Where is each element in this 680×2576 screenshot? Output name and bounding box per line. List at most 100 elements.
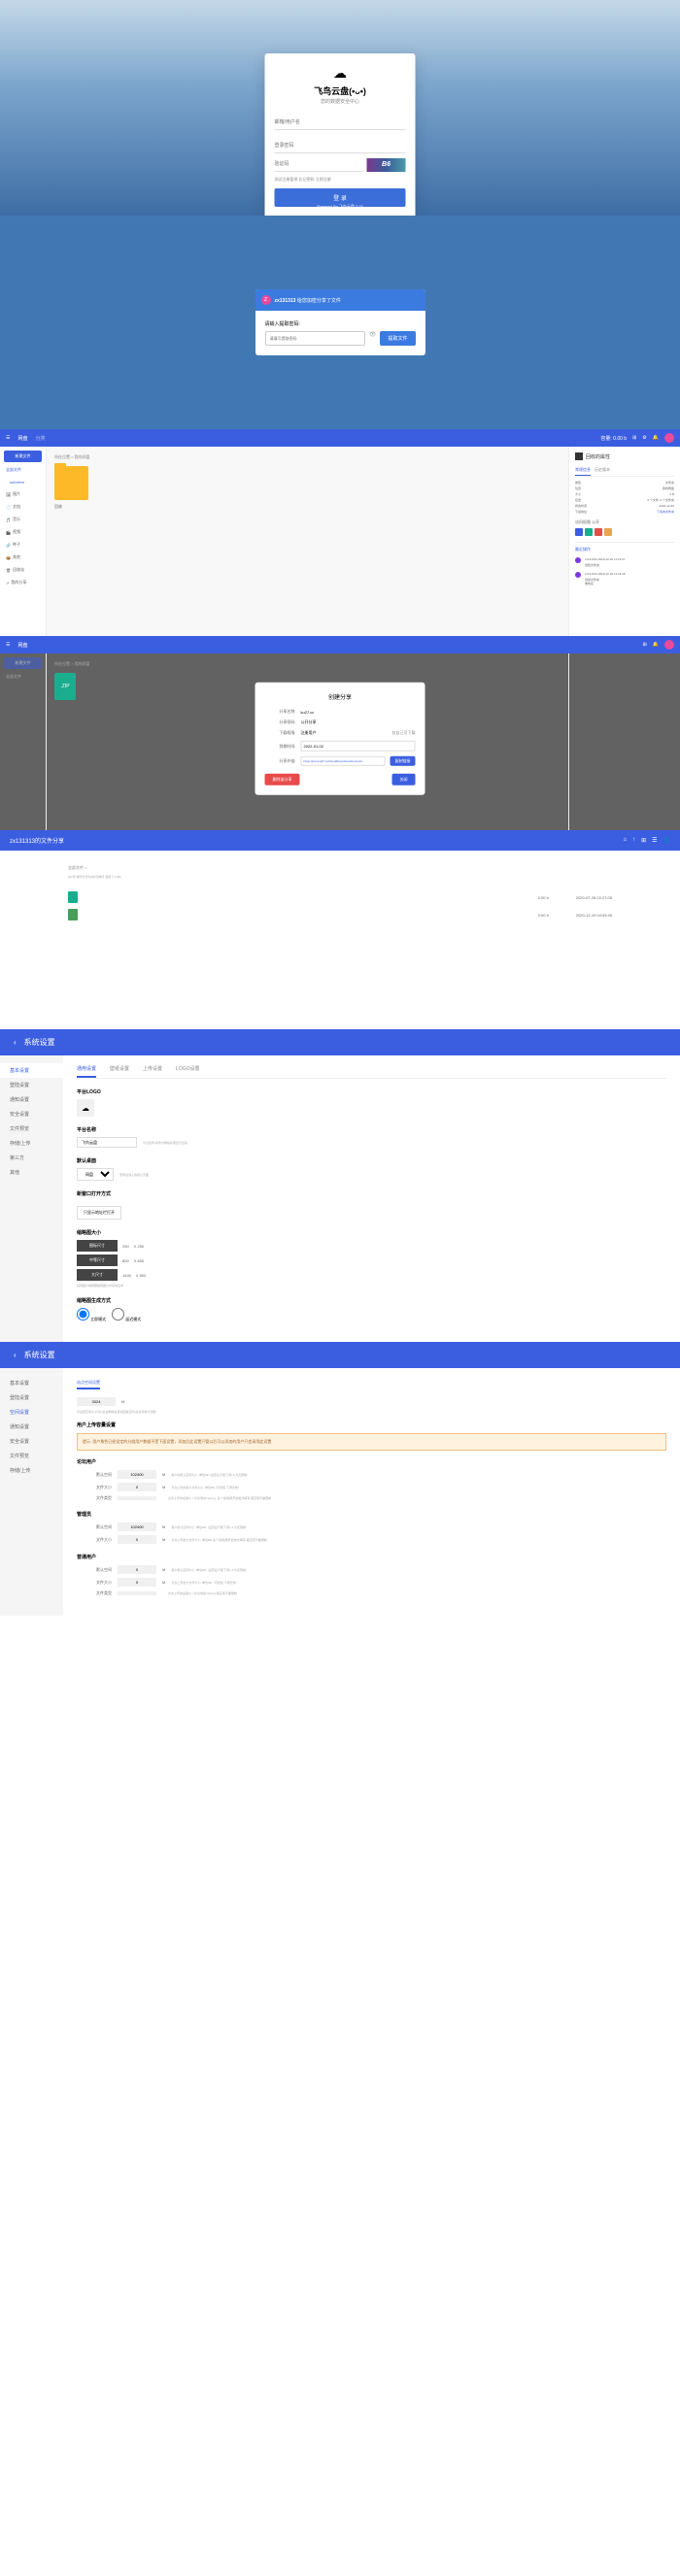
register-links[interactable]: 测试注册暂停 忘记密码 立即注册: [275, 177, 406, 183]
platform-name-input[interactable]: [77, 1137, 137, 1148]
sidebar-item-images[interactable]: 🖼 图片: [4, 489, 42, 499]
gen-mode-lazy[interactable]: 延迟模式: [112, 1308, 141, 1322]
sidebar-item[interactable]: 基本设置: [0, 1376, 63, 1390]
avatar[interactable]: [664, 640, 674, 650]
delete-share-button[interactable]: 删除该分享: [265, 774, 300, 786]
perm-badge[interactable]: [585, 528, 593, 536]
sidebar-item-video[interactable]: 🎬 视频: [4, 527, 42, 537]
menu-icon[interactable]: ☰: [6, 642, 10, 648]
topbar: ☰网盘 ⊞🔔: [0, 636, 680, 653]
sidebar-item[interactable]: 安全设置: [0, 1434, 63, 1449]
grid-icon[interactable]: ⊞: [632, 435, 636, 441]
share-username: zx131313: [275, 298, 296, 304]
share-date-input[interactable]: [301, 741, 416, 752]
filetype-input[interactable]: [118, 1496, 156, 1500]
logo-upload[interactable]: ☁: [77, 1099, 94, 1117]
tab-general[interactable]: 通用设置: [77, 1065, 96, 1078]
password-input[interactable]: [275, 139, 406, 153]
tab-history[interactable]: 历史版本: [595, 465, 610, 476]
list-summary: 共2项 排序方式为(时间)降序 使用了0.00b: [68, 875, 612, 879]
sidebar-item[interactable]: 存储/上传: [0, 1136, 63, 1151]
captcha-image[interactable]: B6: [367, 158, 406, 172]
grid-icon[interactable]: ⊞: [641, 837, 646, 844]
upload-icon[interactable]: ↑: [632, 837, 635, 844]
quota-input[interactable]: 102400: [118, 1522, 156, 1531]
new-file-button[interactable]: 新建文件: [4, 451, 42, 462]
dim-med-button[interactable]: 中等尺寸: [77, 1255, 118, 1266]
grid-icon[interactable]: ⊞: [643, 642, 647, 648]
extract-button[interactable]: 提取文件: [380, 331, 415, 346]
copy-link-button[interactable]: 复制链接: [391, 756, 416, 766]
sidebar-item[interactable]: 存储/上传: [0, 1463, 63, 1478]
sidebar-item[interactable]: 文件预览: [0, 1121, 63, 1136]
sidebar-item-space[interactable]: 空间设置: [0, 1405, 63, 1420]
folder-item[interactable]: 回收: [54, 466, 561, 510]
prop-title: 回收的属性: [586, 453, 610, 460]
sidebar-item-basic[interactable]: 基本设置: [0, 1063, 63, 1078]
captcha-input[interactable]: [275, 157, 363, 172]
sidebar-item-docs[interactable]: 📄 文档: [4, 502, 42, 512]
quota-input[interactable]: 102400: [118, 1470, 156, 1479]
list-icon[interactable]: ☰: [652, 837, 657, 844]
tab-wallpaper[interactable]: 壁纸设置: [110, 1065, 129, 1078]
sidebar-item[interactable]: 文件预览: [0, 1449, 63, 1463]
sidebar-item[interactable]: 登陆设置: [0, 1390, 63, 1405]
tab-site-space[interactable]: 站点空间设置: [77, 1378, 100, 1389]
extract-password-input[interactable]: [265, 331, 365, 346]
username-input[interactable]: [275, 116, 406, 130]
sidebar-item[interactable]: 通知设置: [0, 1092, 63, 1107]
home-icon[interactable]: ⌂: [623, 837, 627, 844]
dim-large-button[interactable]: 大尺寸: [77, 1269, 118, 1281]
filesize-input[interactable]: 0: [118, 1483, 156, 1491]
perm-badge[interactable]: [604, 528, 612, 536]
back-icon[interactable]: ‹: [14, 1351, 17, 1359]
close-modal-button[interactable]: 关闭: [392, 774, 416, 786]
sidebar-item-all[interactable]: 全部文件: [4, 465, 42, 475]
sidebar-item[interactable]: 安全设置: [0, 1107, 63, 1121]
perm-badge[interactable]: [595, 528, 602, 536]
sidebar-item-subdrive[interactable]: subdrive: [4, 478, 42, 486]
eye-icon[interactable]: 👁: [369, 331, 377, 346]
file-area[interactable]: 所在位置 > 我的网盘 回收: [47, 447, 568, 636]
sidebar-item-music[interactable]: 🎵 音乐: [4, 515, 42, 524]
list-item[interactable]: 0.00 b 2020-12-19 04:53:45: [68, 906, 612, 923]
settings-title: 系统设置: [24, 1350, 55, 1360]
menu-icon[interactable]: ☰: [6, 435, 10, 441]
window-mode-button[interactable]: 只显示地址栏打开: [77, 1206, 121, 1220]
sidebar-item-torrent[interactable]: 🔗 种子: [4, 540, 42, 550]
gen-mode-instant[interactable]: 立即模式: [77, 1308, 106, 1322]
bell-icon[interactable]: 🔔: [653, 435, 659, 441]
sidebar-item[interactable]: 其他: [0, 1165, 63, 1180]
filetype-input[interactable]: [118, 1591, 156, 1595]
tab-logo[interactable]: LOGO设置: [176, 1065, 199, 1078]
prop-icon: [575, 452, 583, 460]
site-space-input[interactable]: 3024: [77, 1397, 116, 1406]
sidebar-item[interactable]: 登陆设置: [0, 1078, 63, 1092]
sidebar-item-share[interactable]: ↗ 我的分享: [4, 578, 42, 587]
dim-icon-button[interactable]: 图标尺寸: [77, 1240, 118, 1252]
user-icon[interactable]: 👤: [663, 837, 670, 844]
recent-label: 最近操作: [575, 542, 674, 552]
settings-icon[interactable]: ⚙: [642, 435, 646, 441]
tab-general[interactable]: 常规信息: [575, 465, 591, 476]
back-icon[interactable]: ‹: [14, 1038, 17, 1047]
tab-upload[interactable]: 上传设置: [143, 1065, 162, 1078]
properties-panel: 回收的属性 常规信息 历史版本 类型文件夹 位置我的网盘 大小0 B 包含0 个…: [568, 447, 680, 636]
filesize-input[interactable]: 0: [118, 1535, 156, 1544]
breadcrumb[interactable]: 全部文件 >: [68, 865, 612, 871]
list-item[interactable]: 0.00 b 2020-07-28 22:27:05: [68, 888, 612, 906]
sidebar-item[interactable]: 通知设置: [0, 1420, 63, 1434]
breadcrumb[interactable]: 所在位置 > 我的网盘: [54, 454, 561, 460]
sidebar-item[interactable]: 第三方: [0, 1151, 63, 1165]
default-desktop-select[interactable]: 网盘: [77, 1168, 114, 1181]
tab-category[interactable]: 分类: [36, 435, 46, 442]
quota-input[interactable]: 0: [118, 1565, 156, 1574]
perm-badge[interactable]: [575, 528, 583, 536]
share-link[interactable]: https://pan.ku27.cc/cloud/drive/shareIte…: [301, 756, 386, 766]
sidebar: 新建文件 全部文件 subdrive 🖼 图片 📄 文档 🎵 音乐 🎬 视频 🔗…: [0, 447, 47, 636]
bell-icon[interactable]: 🔔: [653, 642, 659, 648]
avatar[interactable]: [664, 433, 674, 443]
sidebar-item-other[interactable]: 📦 其他: [4, 552, 42, 562]
filesize-input[interactable]: 0: [118, 1578, 156, 1587]
sidebar-item-trash[interactable]: 🗑 回收站: [4, 565, 42, 575]
